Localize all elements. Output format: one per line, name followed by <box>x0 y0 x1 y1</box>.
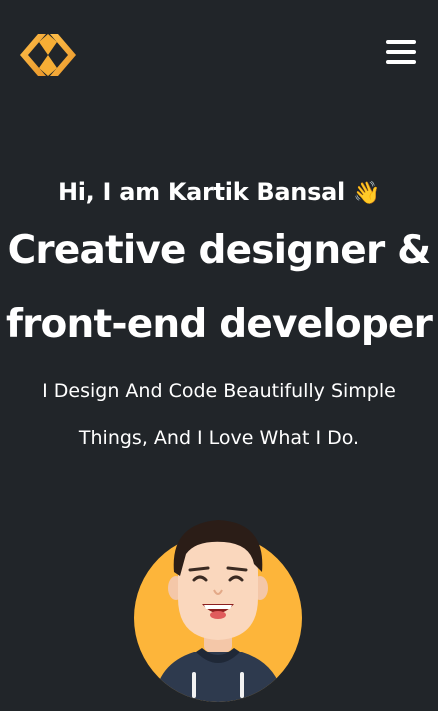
tagline: I Design And Code Beautifully Simple Thi… <box>0 368 438 462</box>
headline-line-1: Creative designer & <box>7 228 432 273</box>
tagline-line-1: I Design And Code Beautifully Simple <box>42 380 396 402</box>
hero-section: Hi, I am Kartik Bansal 👋 Creative design… <box>0 170 438 462</box>
tagline-line-2: Things, And I Love What I Do. <box>78 427 360 449</box>
headline: Creative designer & front-end developer <box>0 214 438 362</box>
headline-line-2: front-end developer <box>5 302 433 347</box>
greeting-heading: Hi, I am Kartik Bansal 👋 <box>0 170 438 214</box>
brand-logo-icon[interactable] <box>18 32 78 78</box>
waving-hand-icon: 👋 <box>352 181 381 206</box>
hamburger-menu-icon[interactable] <box>386 40 416 70</box>
greeting-text: Hi, I am Kartik Bansal <box>57 178 345 206</box>
memoji-avatar-icon <box>134 514 304 704</box>
